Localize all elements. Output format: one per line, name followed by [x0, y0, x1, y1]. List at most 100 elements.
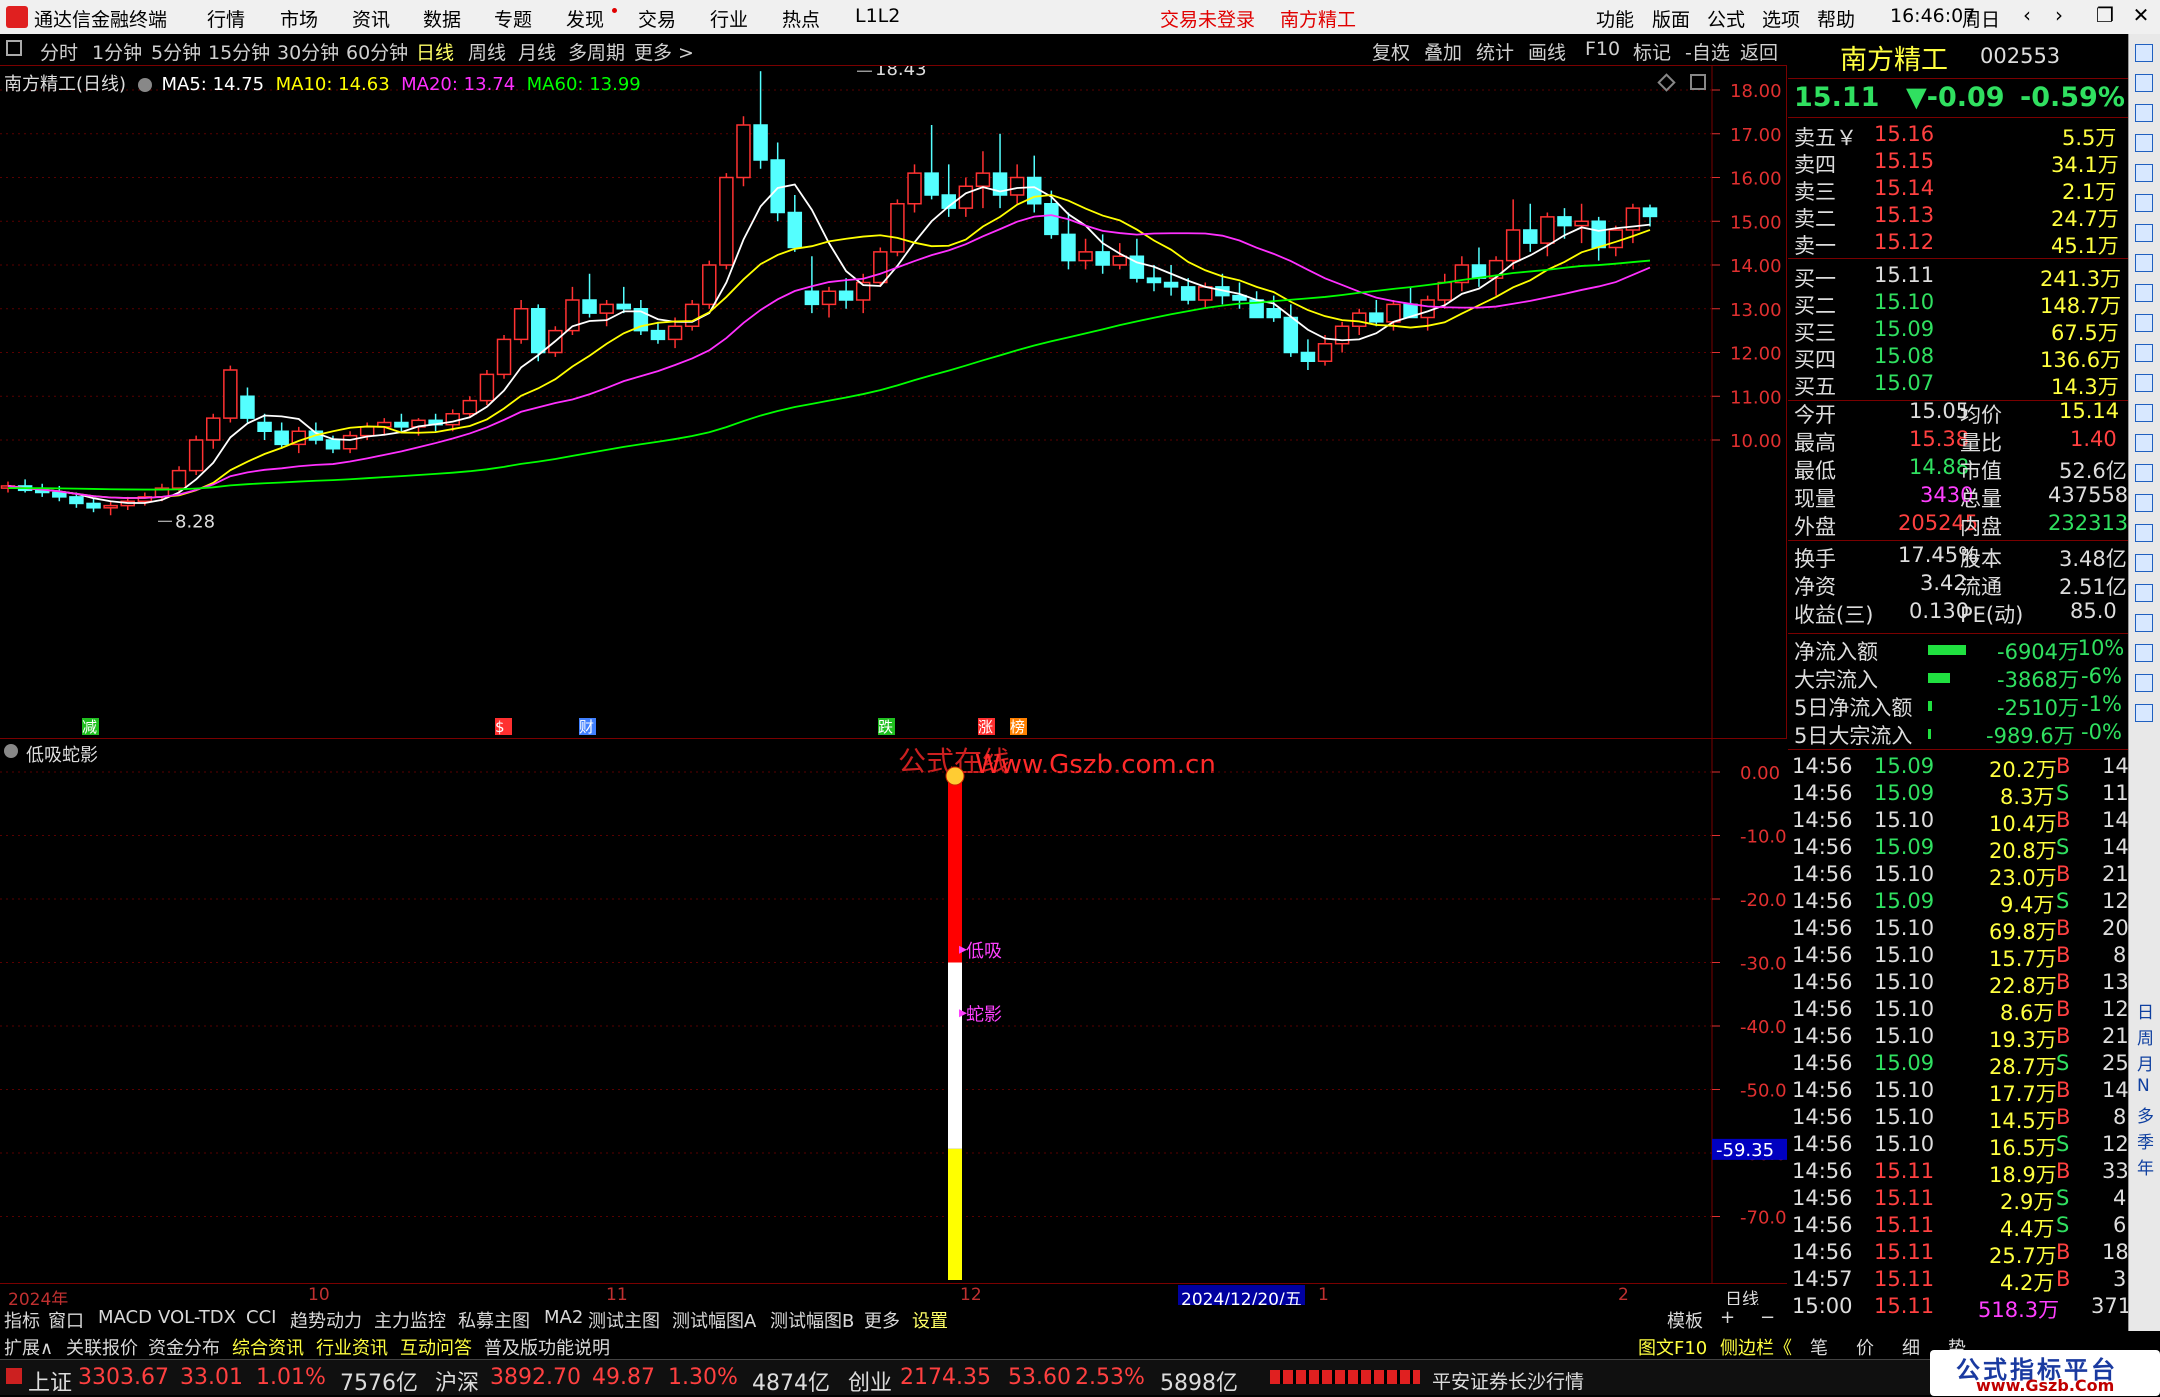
sidebar-period[interactable]: N: [2137, 1076, 2150, 1096]
indicator-tab[interactable]: CCI: [246, 1307, 276, 1328]
menu-item[interactable]: 版面: [1652, 5, 1690, 32]
restore-icon[interactable]: ❐: [2090, 3, 2120, 31]
sidebar-30-icon[interactable]: [2135, 674, 2153, 692]
kline-svg[interactable]: 18.00 17.00 16.00 15.00 14.00 13.00 12.00 11.00…: [0, 66, 1787, 738]
tool-button[interactable]: 叠加: [1424, 38, 1462, 65]
expand-icon[interactable]: [1690, 74, 1706, 90]
indicator-tab[interactable]: 趋势动力: [290, 1307, 362, 1333]
tool-button[interactable]: 统计: [1476, 38, 1514, 65]
period-tab[interactable]: 分时: [40, 38, 78, 65]
forward-icon[interactable]: ›: [2044, 3, 2074, 31]
menu-item[interactable]: 帮助: [1817, 5, 1855, 32]
indicator-settings-icon[interactable]: [4, 744, 18, 758]
indicator-tab[interactable]: 窗口: [48, 1307, 84, 1333]
period-tab[interactable]: 周线: [468, 38, 506, 65]
sidebar-move-icon[interactable]: [2135, 524, 2153, 542]
sidebar-period[interactable]: 周: [2137, 1024, 2154, 1049]
menu-item[interactable]: 发现: [566, 5, 604, 32]
extension-tab[interactable]: 资金分布: [148, 1334, 220, 1360]
menu-item[interactable]: 选项: [1762, 5, 1800, 32]
menu-item[interactable]: 公式: [1707, 5, 1745, 32]
indicator-tab[interactable]: 主力监控: [374, 1307, 446, 1333]
cy-name[interactable]: 创业: [848, 1365, 892, 1397]
sidebar-doc-icon[interactable]: [2135, 614, 2153, 632]
side-tab[interactable]: 侧边栏《: [1720, 1334, 1792, 1360]
sidebar-period[interactable]: 多: [2137, 1102, 2154, 1127]
menu-item[interactable]: 市场: [280, 5, 318, 32]
extension-tab[interactable]: 关联报价: [66, 1334, 138, 1360]
tool-button[interactable]: F10: [1585, 38, 1620, 60]
settings-icon[interactable]: [137, 78, 152, 92]
side-tab[interactable]: 价: [1856, 1334, 1874, 1360]
sidebar-f10-icon[interactable]: [2135, 344, 2153, 362]
period-tab[interactable]: 30分钟: [277, 38, 339, 65]
hs-name[interactable]: 沪深: [435, 1365, 479, 1397]
side-tab[interactable]: 细: [1902, 1334, 1920, 1360]
side-tab[interactable]: 笔: [1810, 1334, 1828, 1360]
sidebar-cut-icon[interactable]: [2135, 644, 2153, 662]
panel-toggle-icon[interactable]: [6, 40, 22, 56]
menu-item[interactable]: 数据: [423, 5, 461, 32]
indicator-svg[interactable]: 0.00-10.00-20.00-30.00-40.00-50.00-60.00…: [0, 739, 1787, 1284]
menu-item[interactable]: 行业: [710, 5, 748, 32]
indicator-tab[interactable]: MACD: [98, 1307, 152, 1328]
side-tab[interactable]: 图文F10: [1638, 1334, 1707, 1360]
sidebar-period[interactable]: 季: [2137, 1128, 2154, 1153]
sidebar-alert-icon[interactable]: [2135, 134, 2153, 152]
period-tab[interactable]: 1分钟: [92, 38, 142, 65]
indicator-tab[interactable]: 更多: [864, 1307, 900, 1333]
menu-item[interactable]: 资讯: [352, 5, 390, 32]
indicator-tab[interactable]: 设置: [912, 1307, 948, 1333]
indicator-tab[interactable]: 测试主图: [588, 1307, 660, 1333]
period-tab[interactable]: 5分钟: [151, 38, 201, 65]
period-tab[interactable]: 月线: [518, 38, 556, 65]
sidebar-period[interactable]: 日: [2137, 998, 2154, 1023]
sidebar-fund-icon[interactable]: [2135, 284, 2153, 302]
trade-status[interactable]: 交易未登录: [1160, 5, 1255, 32]
menu-item[interactable]: L1L2: [855, 5, 900, 27]
period-tab-active[interactable]: 日线: [416, 38, 454, 65]
indicator-chart[interactable]: 0.00-10.00-20.00-30.00-40.00-50.00-60.00…: [0, 738, 1787, 1284]
sh-name[interactable]: 上证: [28, 1365, 72, 1397]
sidebar-table-icon[interactable]: [2135, 164, 2153, 182]
close-icon[interactable]: ✕: [2126, 3, 2156, 31]
sidebar-rsi-icon[interactable]: [2135, 464, 2153, 482]
indicator-tab[interactable]: MA2: [544, 1307, 583, 1328]
sidebar-60-icon[interactable]: [2135, 704, 2153, 722]
template-control[interactable]: −: [1760, 1307, 1775, 1328]
tool-button[interactable]: 画线: [1528, 38, 1566, 65]
more-periods[interactable]: 更多 >: [634, 38, 694, 65]
extension-tab[interactable]: 综合资讯: [232, 1334, 304, 1360]
template-control[interactable]: 模板: [1667, 1307, 1703, 1333]
sidebar-toolbar-icon[interactable]: [2135, 44, 2153, 62]
menu-item[interactable]: 功能: [1596, 5, 1634, 32]
sidebar-list-icon[interactable]: [2135, 254, 2153, 272]
tool-button[interactable]: 复权: [1372, 38, 1410, 65]
tool-button[interactable]: -自选: [1685, 38, 1730, 65]
sidebar-line-chart-icon[interactable]: [2135, 194, 2153, 212]
period-tab[interactable]: 15分钟: [208, 38, 270, 65]
menu-item[interactable]: 交易: [638, 5, 676, 32]
extension-tab[interactable]: 扩展∧: [4, 1334, 53, 1360]
menu-item[interactable]: 专题: [494, 5, 532, 32]
menu-item[interactable]: 行情: [207, 5, 245, 32]
sidebar-pen-icon[interactable]: [2135, 554, 2153, 572]
back-icon[interactable]: ‹: [2012, 3, 2042, 31]
extension-tab[interactable]: 普及版功能说明: [484, 1334, 610, 1360]
sidebar-down-icon[interactable]: [2135, 104, 2153, 122]
sidebar-period[interactable]: 年: [2137, 1154, 2154, 1179]
template-control[interactable]: +: [1720, 1307, 1735, 1328]
menu-item[interactable]: 热点: [782, 5, 820, 32]
sidebar-f2-icon[interactable]: [2135, 374, 2153, 392]
indicator-tab[interactable]: VOL-TDX: [158, 1307, 236, 1328]
indicator-tab[interactable]: 测试幅图B: [770, 1307, 854, 1333]
tool-button[interactable]: 标记: [1633, 38, 1671, 65]
period-tab[interactable]: 60分钟: [346, 38, 408, 65]
sidebar-kline-icon[interactable]: [2135, 224, 2153, 242]
indicator-tab[interactable]: 指标: [4, 1307, 40, 1333]
sidebar-up-icon[interactable]: [2135, 74, 2153, 92]
sidebar-info-icon[interactable]: [2135, 404, 2153, 422]
sidebar-grid-icon[interactable]: [2135, 314, 2153, 332]
sidebar-monitor-icon[interactable]: [2135, 434, 2153, 452]
indicator-tab[interactable]: 测试幅图A: [672, 1307, 756, 1333]
